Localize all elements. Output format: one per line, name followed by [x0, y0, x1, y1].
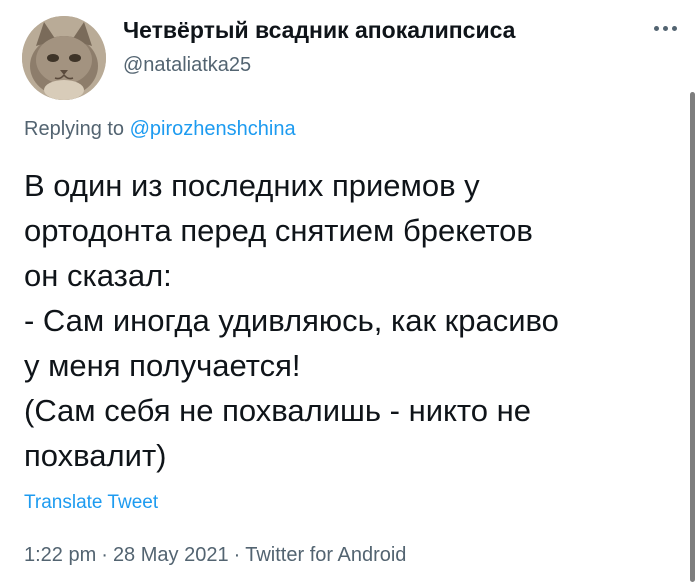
- reply-to-handle-link[interactable]: @pirozhenshchina: [130, 118, 296, 140]
- avatar[interactable]: [22, 16, 106, 100]
- tweet-date[interactable]: 28 May 2021: [113, 544, 229, 566]
- translate-tweet-link[interactable]: Translate Tweet: [24, 492, 158, 514]
- tweet-line: он сказал:: [24, 258, 172, 293]
- more-dot: [671, 25, 677, 31]
- tweet-line: (Сам себя не похвалишь - никто не: [24, 393, 531, 428]
- replying-to: Replying to @pirozhenshchina: [24, 118, 296, 141]
- tweet-metadata: 1:22 pm · 28 May 2021 · Twitter for Android: [24, 544, 406, 567]
- more-options-icon[interactable]: [646, 14, 684, 42]
- tweet-line: у меня получается!: [24, 348, 301, 383]
- replying-prefix: Replying to: [24, 118, 130, 140]
- tweet-line: В один из последних приемов у: [24, 168, 480, 203]
- meta-separator: ·: [101, 544, 108, 566]
- tweet-client: Twitter for Android: [245, 544, 407, 566]
- tweet-text: В один из последних приемов у ортодонта …: [24, 163, 684, 478]
- meta-separator: ·: [233, 544, 241, 566]
- cat-avatar-photo: [22, 16, 106, 100]
- more-dot: [653, 25, 659, 31]
- display-name[interactable]: Четвёртый всадник апокалипсиса: [123, 17, 515, 44]
- scrollbar[interactable]: [690, 92, 695, 582]
- more-dot: [662, 25, 668, 31]
- tweet-line: похвалит): [24, 438, 167, 473]
- user-handle[interactable]: @nataliatka25: [123, 54, 251, 77]
- tweet-time[interactable]: 1:22 pm: [24, 544, 96, 566]
- tweet-line: - Сам иногда удивляюсь, как красиво: [24, 303, 559, 338]
- tweet-line: ортодонта перед снятием брекетов: [24, 213, 533, 248]
